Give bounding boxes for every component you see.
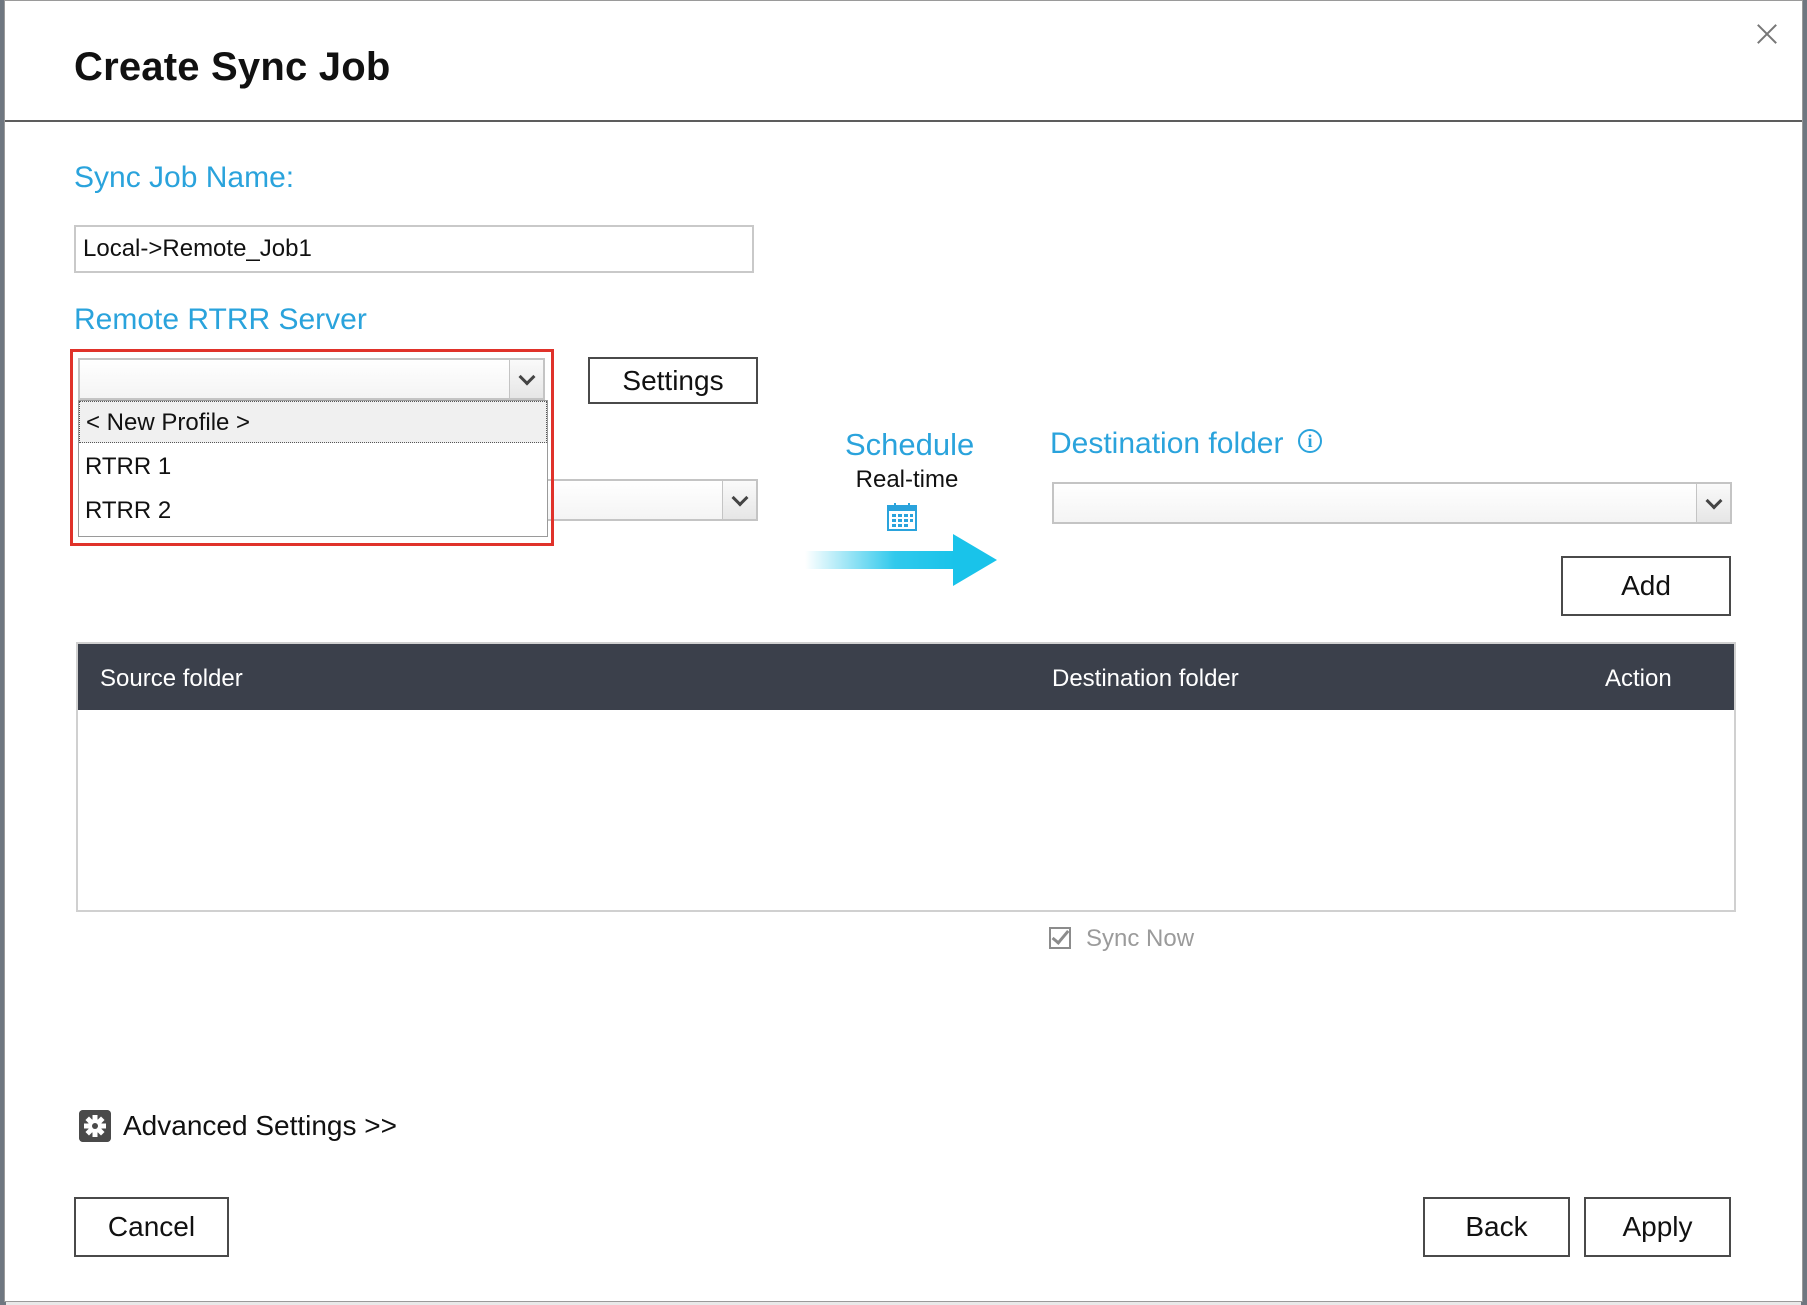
dialog-header: Create Sync Job xyxy=(5,1,1802,122)
settings-button[interactable]: Settings xyxy=(588,357,758,404)
advanced-settings-link[interactable]: Advanced Settings >> xyxy=(79,1109,397,1143)
cancel-button[interactable]: Cancel xyxy=(74,1197,229,1257)
remote-server-label: Remote RTRR Server xyxy=(74,303,367,336)
chevron-down-icon[interactable] xyxy=(509,360,543,398)
calendar-icon[interactable] xyxy=(887,503,917,531)
table-header: Source folder Destination folder Action xyxy=(78,644,1734,710)
dialog-title: Create Sync Job xyxy=(74,45,391,89)
arrow-right-icon xyxy=(805,534,997,586)
dropdown-option-rtrr-1[interactable]: RTRR 1 xyxy=(79,446,547,488)
job-name-label: Sync Job Name: xyxy=(74,161,295,194)
dropdown-option-new-profile[interactable]: < New Profile > xyxy=(79,401,547,443)
chevron-down-icon[interactable] xyxy=(1696,484,1730,522)
dropdown-option-rtrr-2[interactable]: RTRR 2 xyxy=(79,490,547,532)
add-button[interactable]: Add xyxy=(1561,556,1731,616)
destination-folder-label: Destination folder xyxy=(1050,427,1284,460)
column-header-destination: Destination folder xyxy=(1052,665,1239,692)
close-icon[interactable] xyxy=(1752,19,1782,49)
gear-icon xyxy=(79,1110,111,1142)
sync-now-label: Sync Now xyxy=(1086,925,1195,952)
remote-server-dropdown-list: < New Profile > RTRR 1 RTRR 2 xyxy=(78,400,548,537)
schedule-label[interactable]: Schedule xyxy=(845,427,974,463)
column-header-action: Action xyxy=(1605,665,1672,692)
job-name-input[interactable]: Local->Remote_Job1 xyxy=(74,225,754,273)
remote-server-select[interactable] xyxy=(78,358,545,400)
destination-folder-select[interactable] xyxy=(1052,482,1732,524)
column-header-source: Source folder xyxy=(100,665,243,692)
chevron-down-icon[interactable] xyxy=(722,481,756,519)
info-icon[interactable]: i xyxy=(1298,429,1322,453)
checkbox-icon[interactable] xyxy=(1049,927,1071,949)
folder-pairs-table: Source folder Destination folder Action xyxy=(76,642,1736,912)
schedule-value: Real-time xyxy=(855,466,959,493)
back-button[interactable]: Back xyxy=(1423,1197,1570,1257)
advanced-settings-label: Advanced Settings >> xyxy=(123,1110,397,1141)
create-sync-job-dialog: Create Sync Job Sync Job Name: Local->Re… xyxy=(4,0,1803,1302)
apply-button[interactable]: Apply xyxy=(1584,1197,1731,1257)
